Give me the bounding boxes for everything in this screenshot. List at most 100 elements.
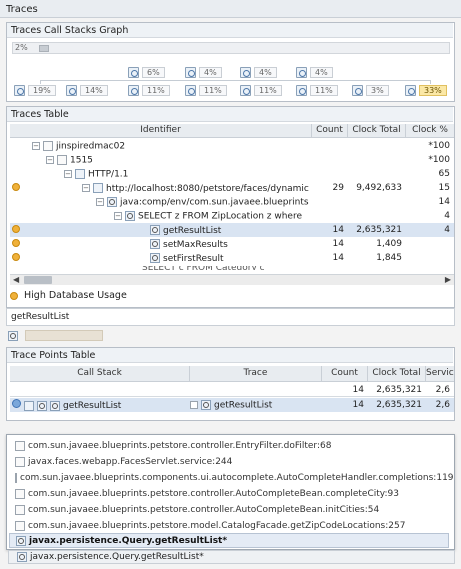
alert-row[interactable]: High Database Usage: [10, 290, 127, 301]
row-count: 29: [332, 183, 344, 193]
node-percent: 3%: [366, 85, 389, 96]
zoom-slider[interactable]: 2%: [12, 42, 450, 54]
magnifier-icon: [17, 552, 27, 562]
col-clock-total[interactable]: Clock Total: [368, 366, 426, 381]
warning-icon: [12, 238, 20, 247]
stack-frame[interactable]: javax.faces.webapp.FacesServlet.service:…: [9, 454, 449, 469]
row-identifier: HTTP/1.1: [88, 169, 129, 180]
table-row[interactable]: − jinspiredmac02 *100: [10, 139, 454, 153]
collapse-toggle[interactable]: −: [82, 184, 90, 192]
search-icon[interactable]: [8, 330, 18, 341]
table-row[interactable]: setMaxResults 14 1,409: [10, 237, 454, 251]
collapse-toggle[interactable]: −: [96, 197, 104, 206]
table-row[interactable]: − 1515 *100: [10, 153, 454, 167]
magnifier-icon: [125, 210, 135, 221]
stack-tail-row[interactable]: javax.persistence.Query.getResultList*: [8, 550, 455, 564]
table-row[interactable]: − HTTP/1.1 65: [10, 167, 454, 181]
col-clock-total[interactable]: Clock Total: [348, 124, 406, 137]
collapse-toggle[interactable]: −: [46, 155, 54, 164]
total-clock: 2,635,321: [376, 384, 422, 395]
warning-icon: [12, 182, 20, 191]
scroll-right-arrow-icon[interactable]: ▶: [445, 275, 451, 284]
graph-node-selected[interactable]: 33%: [405, 84, 447, 97]
graph-title-text: Traces Call Stacks Graph: [11, 25, 129, 36]
collapse-toggle[interactable]: −: [64, 169, 72, 178]
stack-frame[interactable]: com.sun.javaee.blueprints.petstore.model…: [9, 518, 449, 533]
table-row-partial[interactable]: SELECT c FROM Category c: [10, 264, 454, 272]
table-row-selected[interactable]: getResultList 14 2,635,321 4: [10, 223, 454, 237]
scroll-left-arrow-icon[interactable]: ◀: [13, 275, 19, 284]
collapse-toggle[interactable]: −: [114, 211, 122, 220]
graph-node[interactable]: 19%: [14, 84, 56, 97]
stack-frame-selected[interactable]: javax.persistence.Query.getResultList*: [9, 533, 449, 548]
graph-node[interactable]: 11%: [240, 84, 282, 97]
stack-frame[interactable]: com.sun.javaee.blueprints.petstore.contr…: [9, 502, 449, 517]
traces-table-title: Traces Table: [7, 107, 453, 122]
table-row[interactable]: − http://localhost:8080/petstore/faces/dy…: [10, 181, 454, 195]
graph-node[interactable]: 11%: [185, 84, 227, 97]
graph-node[interactable]: 11%: [128, 84, 170, 97]
row-identifier: http://localhost:8080/petstore/faces/dyn…: [106, 183, 309, 194]
horizontal-scrollbar[interactable]: ◀ ▶: [10, 274, 454, 285]
search-input[interactable]: [25, 330, 103, 341]
row-clock-total: 2,635,321: [356, 225, 402, 235]
row-clock-pct: 65: [438, 169, 450, 179]
node-percent: 11%: [142, 85, 170, 96]
frame-icon: [15, 456, 25, 467]
col-count[interactable]: Count: [322, 366, 368, 381]
info-icon: [12, 399, 21, 408]
stack-frame[interactable]: com.sun.javaee.blueprints.components.ui.…: [9, 470, 454, 485]
node-percent: 11%: [310, 85, 338, 96]
trace-point-row[interactable]: getResultList getResultList 14 2,635,321…: [10, 398, 454, 412]
magnifier-icon: [16, 535, 26, 546]
table-row[interactable]: − java:comp/env/com.sun.javaee.blueprints…: [10, 195, 454, 209]
graph-node[interactable]: 3%: [352, 84, 389, 97]
row-count: 14: [332, 225, 344, 235]
graph-node[interactable]: 11%: [296, 84, 338, 97]
col-clock-pct[interactable]: Clock %: [406, 124, 454, 137]
col-service[interactable]: Service: [426, 366, 454, 381]
total-count: 14: [352, 384, 364, 395]
magnifier-icon: [150, 239, 160, 249]
graph-node[interactable]: 4%: [240, 66, 277, 79]
trace-points-title-text: Trace Points Table: [11, 350, 96, 361]
node-icon: [128, 67, 139, 78]
detail-value: getResultList: [11, 312, 70, 322]
table-row[interactable]: − SELECT z FROM ZipLocation z where 4: [10, 209, 454, 223]
zoom-slider-thumb[interactable]: [39, 45, 49, 52]
trace-points-title: Trace Points Table: [7, 348, 453, 363]
traces-table-title-text: Traces Table: [11, 109, 69, 120]
row-identifier: 1515: [70, 155, 93, 166]
col-identifier[interactable]: Identifier: [10, 124, 312, 137]
row-clock-pct: *100: [428, 155, 450, 165]
graph-node[interactable]: 14%: [66, 84, 108, 97]
table-row[interactable]: setFirstResult 14 1,845: [10, 251, 454, 265]
graph-node[interactable]: 4%: [296, 66, 333, 79]
row-identifier: java:comp/env/com.sun.javaee.blueprints: [120, 197, 309, 208]
url-icon: [93, 183, 103, 193]
col-call-stack[interactable]: Call Stack: [10, 366, 190, 381]
collapse-toggle[interactable]: −: [32, 141, 40, 150]
node-icon: [296, 85, 307, 96]
graph-node[interactable]: 4%: [185, 66, 222, 79]
window-title: Traces: [6, 4, 38, 15]
detail-field[interactable]: getResultList: [6, 308, 455, 326]
stack-frame[interactable]: com.sun.javaee.blueprints.petstore.contr…: [9, 486, 449, 501]
col-trace[interactable]: Trace: [190, 366, 322, 381]
row-service: 2,6: [435, 400, 450, 410]
node-percent: 33%: [419, 85, 447, 96]
node-percent: 4%: [310, 67, 333, 78]
row-clock-pct: 15: [438, 183, 450, 193]
scrollbar-thumb[interactable]: [24, 276, 52, 284]
col-count[interactable]: Count: [312, 124, 348, 137]
expand-toggle[interactable]: [190, 400, 198, 409]
row-clock-total: 1,845: [376, 253, 402, 263]
node-icon: [24, 400, 34, 411]
zoom-level: 2%: [15, 43, 28, 52]
graph-node[interactable]: 6%: [128, 66, 165, 79]
graph-title: Traces Call Stacks Graph: [7, 23, 453, 38]
row-clock-pct: 4: [444, 225, 450, 235]
stack-frame[interactable]: com.sun.javaee.blueprints.petstore.contr…: [9, 438, 449, 453]
row-count: 14: [352, 400, 364, 410]
magnifier-icon: [201, 399, 211, 410]
